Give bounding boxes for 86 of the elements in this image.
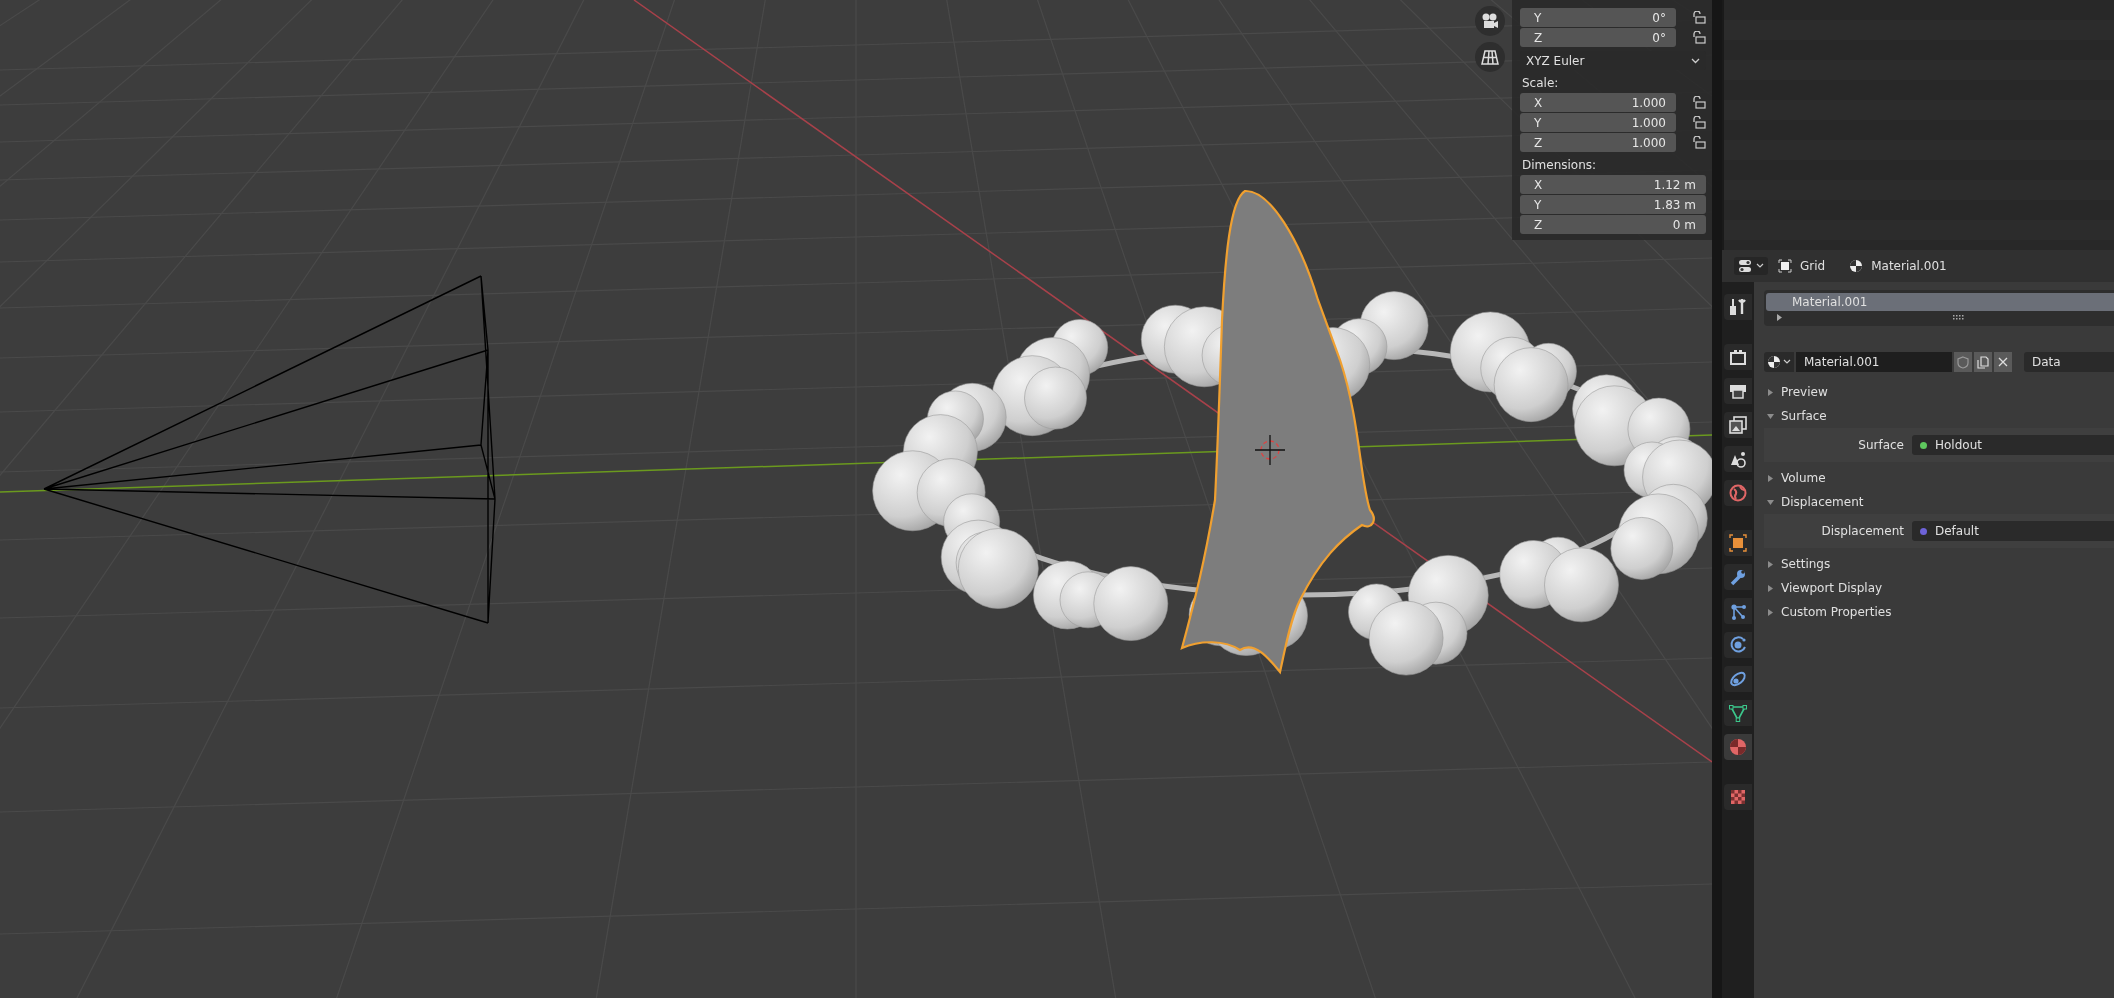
properties-tab[interactable] bbox=[1724, 666, 1752, 692]
square-icon bbox=[1728, 533, 1748, 553]
unlink-button[interactable] bbox=[1994, 352, 2012, 372]
link-dropdown[interactable]: Data bbox=[2024, 352, 2114, 372]
shader-dropdown[interactable]: Default bbox=[1912, 521, 2114, 541]
camera-icon bbox=[1481, 12, 1499, 30]
shapes-icon bbox=[1728, 449, 1748, 469]
expand-arrow-icon bbox=[1766, 559, 1775, 569]
close-icon bbox=[1998, 357, 2008, 367]
lock-icon[interactable] bbox=[1692, 96, 1706, 109]
properties-tab[interactable] bbox=[1724, 378, 1752, 404]
panel-header[interactable]: Volume bbox=[1764, 466, 2114, 490]
orbit-icon bbox=[1728, 635, 1748, 655]
value-field[interactable]: Z 1.000 bbox=[1520, 133, 1676, 152]
material-name-field[interactable]: Material.001 bbox=[1796, 352, 1952, 372]
value-field[interactable]: Z 0 m bbox=[1520, 215, 1706, 234]
chain-icon bbox=[1728, 669, 1748, 689]
copy-icon bbox=[1977, 355, 1989, 369]
caret-icon bbox=[1783, 359, 1791, 365]
toggles-icon bbox=[1738, 259, 1754, 273]
caret-icon bbox=[1756, 263, 1764, 269]
value-field[interactable]: X 1.12 m bbox=[1520, 175, 1706, 194]
properties-tab[interactable] bbox=[1724, 480, 1752, 506]
properties-tab[interactable] bbox=[1724, 784, 1752, 810]
images-icon bbox=[1728, 415, 1748, 435]
globe-icon bbox=[1728, 483, 1748, 503]
duplicate-button[interactable] bbox=[1974, 352, 1992, 372]
sphere-icon bbox=[1767, 355, 1781, 369]
value-field[interactable]: Z 0° bbox=[1520, 28, 1676, 47]
expand-arrow-icon bbox=[1766, 473, 1775, 483]
properties-tab[interactable] bbox=[1724, 598, 1752, 624]
grid-icon bbox=[1481, 48, 1499, 66]
properties-tab[interactable] bbox=[1724, 412, 1752, 438]
lock-icon[interactable] bbox=[1692, 116, 1706, 129]
camera-view-button[interactable] bbox=[1475, 6, 1505, 36]
collapse-arrow-icon bbox=[1766, 411, 1775, 421]
panel-header[interactable]: Surface bbox=[1764, 404, 2114, 428]
wrench-icon bbox=[1728, 567, 1748, 587]
lock-icon[interactable] bbox=[1692, 31, 1706, 44]
selected-mesh-drawing[interactable] bbox=[1180, 189, 1375, 674]
sphere-icon bbox=[1728, 737, 1748, 757]
editor-type-button[interactable] bbox=[1734, 257, 1768, 275]
caret-icon bbox=[1691, 57, 1700, 64]
material-slot[interactable]: Material.001 bbox=[1766, 293, 2114, 311]
checker-icon bbox=[1728, 787, 1748, 807]
browse-material-button[interactable] bbox=[1764, 352, 1794, 372]
property-label: Displacement bbox=[1820, 524, 1905, 538]
panel-header[interactable]: Viewport Display bbox=[1764, 576, 2114, 600]
shader-dropdown[interactable]: Holdout bbox=[1912, 435, 2114, 455]
properties-tab[interactable] bbox=[1724, 530, 1752, 556]
shield-icon bbox=[1957, 355, 1969, 369]
property-label: Surface bbox=[1857, 438, 1905, 452]
value-field[interactable]: X 1.000 bbox=[1520, 93, 1676, 112]
properties-tab[interactable] bbox=[1724, 344, 1752, 370]
expand-arrow-icon bbox=[1766, 607, 1775, 617]
value-field[interactable]: Y 1.000 bbox=[1520, 113, 1676, 132]
properties-tab[interactable] bbox=[1724, 632, 1752, 658]
resize-grip-icon[interactable] bbox=[1953, 314, 1965, 320]
particles-icon bbox=[1728, 601, 1748, 621]
section-label: Scale: bbox=[1521, 74, 1560, 92]
properties-tab[interactable] bbox=[1724, 700, 1752, 726]
panel-header[interactable]: Custom Properties bbox=[1764, 600, 2114, 624]
properties-tab[interactable] bbox=[1724, 294, 1752, 320]
panel-header[interactable]: Settings bbox=[1764, 552, 2114, 576]
panel-header[interactable]: Displacement bbox=[1764, 490, 2114, 514]
properties-tab[interactable] bbox=[1724, 564, 1752, 590]
panel-header[interactable]: Preview bbox=[1764, 380, 2114, 404]
material-name: Material.001 bbox=[1871, 259, 1947, 273]
sphere-icon bbox=[1849, 259, 1864, 273]
properties-tab[interactable] bbox=[1724, 446, 1752, 472]
lock-icon[interactable] bbox=[1692, 11, 1706, 24]
origin-cursor-icon[interactable] bbox=[1254, 434, 1286, 466]
camera-icon bbox=[1728, 347, 1748, 367]
grid-view-button[interactable] bbox=[1475, 42, 1505, 72]
expand-arrow-icon bbox=[1766, 583, 1775, 593]
value-field[interactable]: Y 0° bbox=[1520, 8, 1676, 27]
expand-arrow-icon bbox=[1776, 313, 1783, 321]
collapse-arrow-icon bbox=[1766, 497, 1775, 507]
tools-icon bbox=[1728, 297, 1748, 317]
expand-arrow-icon bbox=[1766, 387, 1775, 397]
object-icon bbox=[1778, 259, 1792, 273]
value-field[interactable]: Y 1.83 m bbox=[1520, 195, 1706, 214]
section-label: Dimensions: bbox=[1521, 156, 1598, 174]
lock-icon[interactable] bbox=[1692, 136, 1706, 149]
triangle-icon bbox=[1728, 703, 1748, 723]
object-name: Grid bbox=[1800, 259, 1826, 273]
